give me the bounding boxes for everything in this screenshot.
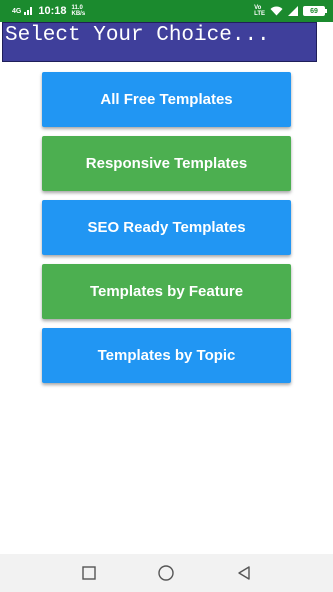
- network-type: 4G: [12, 7, 22, 15]
- status-right: Vo LTE 69: [254, 5, 327, 17]
- template-menu: All Free Templates Responsive Templates …: [42, 72, 291, 392]
- templates-by-topic-button[interactable]: Templates by Topic: [42, 328, 291, 383]
- status-left: 4G 10:18 11.0 KB/s: [12, 5, 85, 17]
- network-speed: 11.0 KB/s: [71, 5, 85, 17]
- system-navigation-bar: [0, 554, 333, 592]
- templates-by-feature-button[interactable]: Templates by Feature: [42, 264, 291, 319]
- volte-indicator: Vo LTE: [254, 5, 265, 17]
- responsive-templates-button[interactable]: Responsive Templates: [42, 136, 291, 191]
- wifi-icon: [270, 6, 283, 16]
- home-icon: [158, 565, 175, 581]
- status-bar: 4G 10:18 11.0 KB/s Vo LTE 69: [0, 0, 333, 22]
- battery-icon: 69: [303, 6, 327, 16]
- page-title-bar: Select Your Choice...: [2, 22, 317, 62]
- signal-icon: [24, 7, 33, 15]
- cellular-signal-icon: [288, 6, 298, 16]
- recent-apps-button[interactable]: [79, 563, 99, 583]
- battery-level: 69: [310, 7, 318, 15]
- back-icon: [238, 566, 250, 580]
- speed-unit: KB/s: [71, 11, 86, 17]
- home-button[interactable]: [156, 563, 176, 583]
- seo-ready-templates-button[interactable]: SEO Ready Templates: [42, 200, 291, 255]
- page-title: Select Your Choice...: [5, 24, 270, 47]
- recent-apps-icon: [82, 566, 96, 580]
- volte-bottom: LTE: [254, 11, 265, 17]
- clock: 10:18: [38, 5, 67, 17]
- back-button[interactable]: [234, 563, 254, 583]
- all-free-templates-button[interactable]: All Free Templates: [42, 72, 291, 127]
